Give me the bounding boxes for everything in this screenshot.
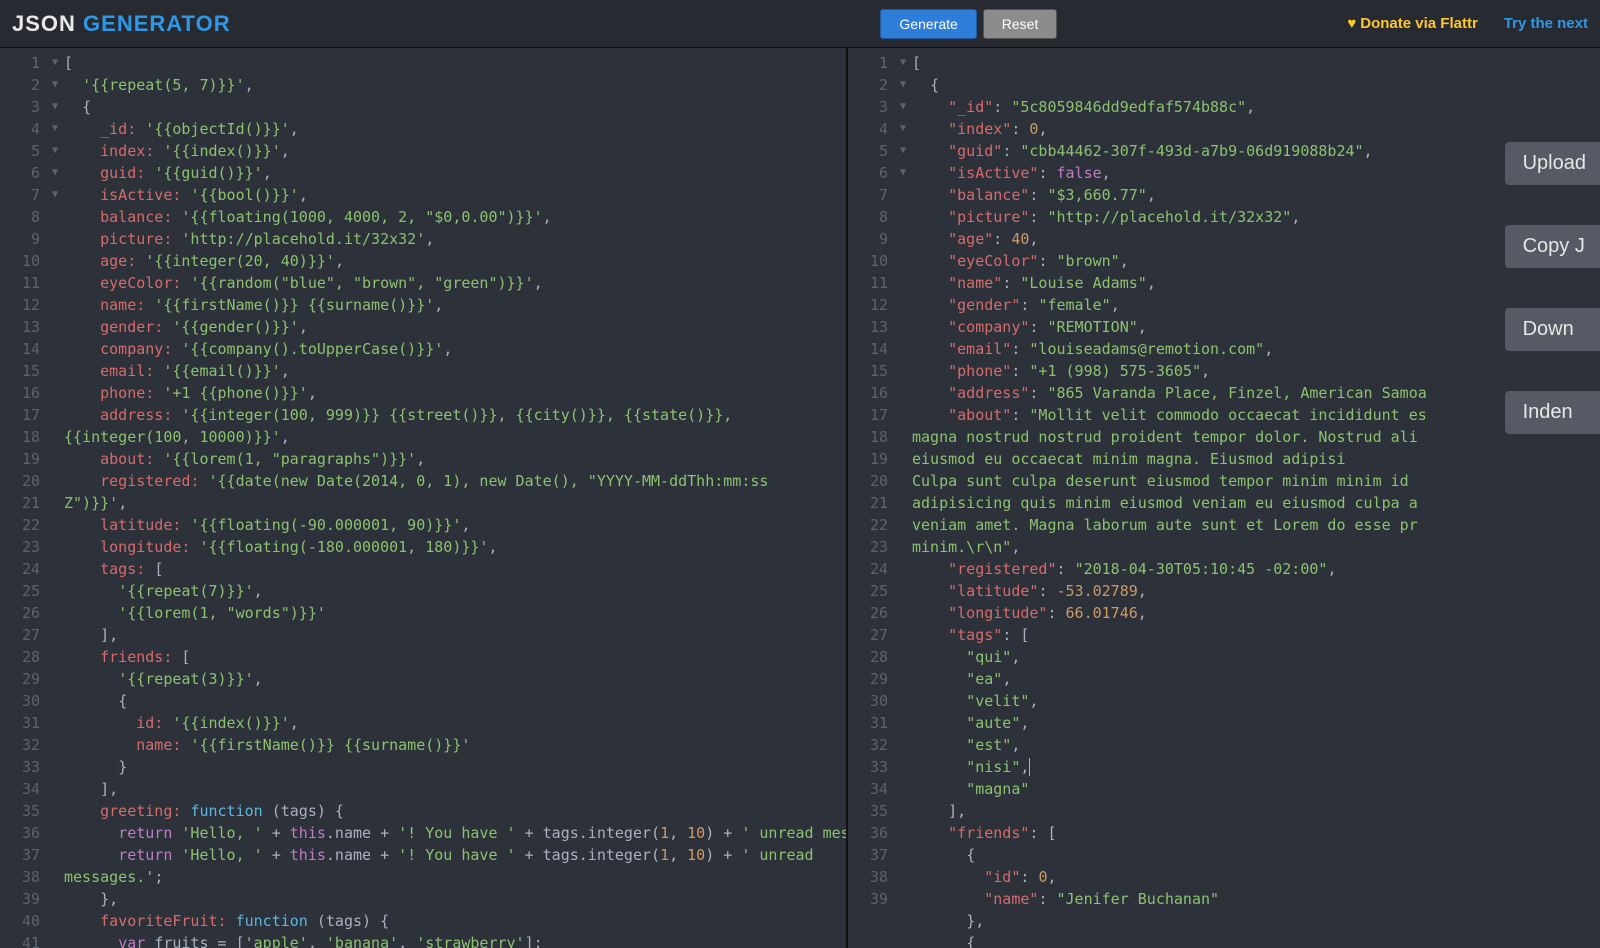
copy-json-button[interactable]: Copy J [1505, 225, 1600, 268]
download-button[interactable]: Down [1505, 308, 1600, 351]
editor-panes: 1234567891011121314151617181920212223242… [0, 48, 1600, 948]
logo: JSON GENERATOR [12, 11, 231, 37]
upload-button[interactable]: Upload [1505, 142, 1600, 185]
logo-generator: GENERATOR [83, 11, 231, 36]
logo-json: JSON [12, 11, 76, 36]
heart-icon: ♥ [1347, 15, 1356, 32]
fold-column-left[interactable]: ▼▼▼▼▼▼▼ [46, 48, 64, 948]
donate-link[interactable]: ♥Donate via Flattr [1347, 15, 1477, 32]
line-gutter-right: 1234567891011121314151617181920212223242… [848, 48, 894, 910]
try-next-link[interactable]: Try the next [1504, 15, 1588, 32]
reset-button[interactable]: Reset [983, 9, 1058, 39]
output-editor[interactable]: 1234567891011121314151617181920212223242… [848, 48, 1600, 948]
side-buttons: Upload Copy J Down Inden [1505, 142, 1600, 434]
output-code[interactable]: [ { "_id": "5c8059846dd9edfaf574b88c", "… [912, 48, 1600, 948]
template-code[interactable]: [ '{{repeat(5, 7)}}', { _id: '{{objectId… [64, 48, 846, 948]
header: JSON GENERATOR Generate Reset ♥Donate vi… [0, 0, 1600, 48]
indent-button[interactable]: Inden [1505, 391, 1600, 434]
template-editor[interactable]: 1234567891011121314151617181920212223242… [0, 48, 848, 948]
fold-column-right[interactable]: ▼▼▼▼▼▼ [894, 48, 912, 948]
line-gutter-left: 1234567891011121314151617181920212223242… [0, 48, 46, 948]
donate-label: Donate via Flattr [1360, 15, 1478, 32]
generate-button[interactable]: Generate [880, 9, 976, 39]
